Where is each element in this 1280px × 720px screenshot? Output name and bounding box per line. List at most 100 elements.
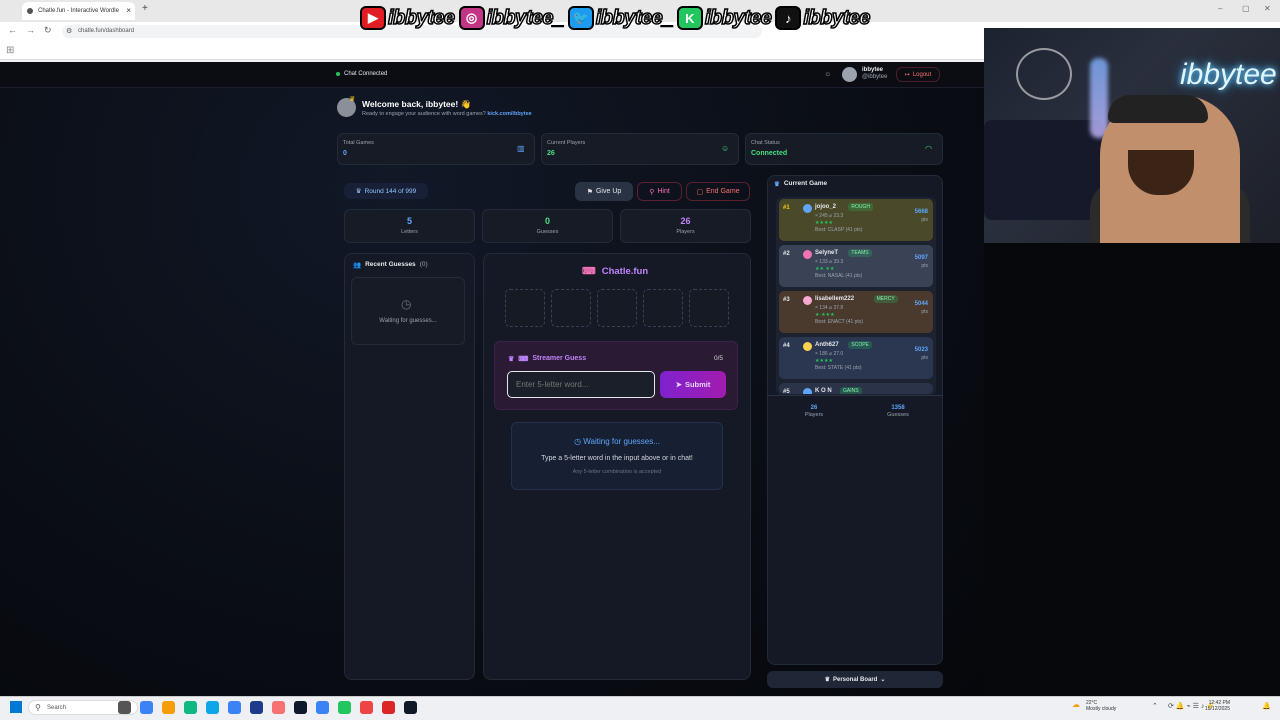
streamer-guess-progress: 0/5: [714, 355, 724, 362]
socials-overlay: ▶ ibbytee ◎ ibbytee_ 🐦 ibbytee_ Kibbytee ♪ ibbyt…: [360, 4, 871, 32]
stat-card: [337, 133, 535, 165]
crown-icon: ♛: [508, 356, 515, 363]
terminal-icon[interactable]: [404, 701, 417, 714]
round-label: Round 144 of 999: [364, 187, 417, 195]
end-game-label: End Game: [706, 188, 740, 195]
stat-card: [541, 133, 739, 165]
maximize-button[interactable]: ▢: [1242, 4, 1250, 13]
kick-icon: K: [676, 6, 703, 30]
counter-label: Guesses: [536, 229, 559, 235]
leaderboard-row[interactable]: #3 lisabellem222 MERCY × 134 ⌀ 37.8 ★·★★★ Bes…: [779, 291, 933, 333]
leaderboard-rank: #3: [783, 297, 790, 303]
player-best: Best: NASAL (41 pts): [815, 273, 863, 279]
trophy-icon: ♛: [774, 181, 780, 188]
footer-label: Players: [804, 412, 824, 418]
brave-icon[interactable]: [272, 701, 285, 714]
current-game-title: Current Game: [783, 180, 828, 187]
player-points: 5023: [914, 347, 928, 353]
recorder-icon[interactable]: [382, 701, 395, 714]
player-name: K O N: [815, 388, 832, 394]
browser-tab[interactable]: Chatle.fun - Interactive Wordle ×: [22, 2, 135, 20]
windows-start-icon[interactable]: [10, 701, 22, 713]
divider: [767, 395, 943, 396]
copilot-icon[interactable]: [162, 701, 175, 714]
clock-icon: ◷: [574, 437, 582, 446]
letter-tile: [643, 289, 683, 327]
user-handle: @ibbytee: [862, 74, 888, 80]
give-up-button[interactable]: ⚑ Give Up: [575, 182, 633, 201]
bulldog-logo-icon: [1016, 48, 1072, 100]
apps-grid-icon[interactable]: ⊞: [6, 45, 14, 56]
counter-card: [344, 209, 475, 243]
window-close-button[interactable]: ✕: [1264, 4, 1271, 13]
player-rating: ★★ ★★: [815, 266, 835, 272]
clock[interactable]: 12:42 PM 15/12/2025: [1204, 700, 1230, 712]
gamepad-icon: ⌨: [582, 266, 596, 277]
player-name: SelyneT: [815, 250, 839, 256]
tiktok-icon: ♪: [775, 6, 802, 30]
player-avatar: [803, 388, 812, 394]
browser-icon[interactable]: [316, 701, 329, 714]
weather-widget[interactable]: 22°C Mostly cloudy: [1086, 700, 1116, 712]
submit-button[interactable]: ➤ Submit: [660, 371, 726, 398]
pinned-app-icon[interactable]: [118, 701, 131, 714]
back-icon[interactable]: ←: [8, 25, 17, 35]
edge-icon[interactable]: [206, 701, 219, 714]
streamer-guess-input[interactable]: [507, 371, 655, 398]
weather-desc: Mostly cloudy: [1086, 706, 1117, 712]
leaderboard-row[interactable]: #2 SelyneT TEAMS × 133 ⌀ 39.3 ★★ ★★ Best: NAS…: [779, 245, 933, 287]
end-game-button[interactable]: ▢ End Game: [686, 182, 750, 201]
leaderboard-row[interactable]: #5 K O N GAINS: [779, 383, 933, 394]
leaderboard-rank: #4: [783, 343, 790, 349]
welcome-subtitle-text: Ready to engage your audience with word …: [362, 111, 486, 117]
tray-chevron-icon[interactable]: ⌃: [1152, 702, 1158, 710]
site-info-icon[interactable]: ⚙: [66, 27, 72, 35]
instagram-icon: ◎: [458, 6, 485, 30]
username: ibbytee: [862, 67, 884, 73]
spotify-icon[interactable]: [338, 701, 351, 714]
logout-icon: ↦: [904, 72, 910, 78]
player-name: lisabellem222: [815, 296, 855, 302]
social-handle: ibbytee_: [595, 6, 674, 30]
close-tab-icon[interactable]: ×: [126, 6, 131, 15]
social-item: 🐦 ibbytee_: [567, 6, 674, 30]
file-explorer-icon[interactable]: [184, 701, 197, 714]
new-tab-button[interactable]: +: [142, 3, 148, 14]
steam-icon[interactable]: [294, 701, 307, 714]
store-icon[interactable]: [228, 701, 241, 714]
crown-icon: ♛: [349, 96, 356, 103]
player-avatar: [803, 296, 812, 305]
player-name: Anth627: [815, 342, 839, 348]
task-view-icon[interactable]: [140, 701, 153, 714]
player-last-word: SCOPE: [848, 341, 872, 349]
welcome-title: Welcome back, ibbytee! 👋: [362, 99, 472, 109]
hint-button[interactable]: ⚲ Hint: [637, 182, 682, 201]
player-last-word: TEAMS: [848, 249, 872, 257]
player-avatar: [803, 204, 812, 213]
leaderboard-row[interactable]: #1 jojoo_2 ROUGH × 245 ⌀ 23.3 ★★★★ Best: CLAS…: [779, 199, 933, 241]
social-handle: ibbytee: [704, 6, 773, 30]
minimize-button[interactable]: –: [1218, 4, 1222, 13]
logout-button[interactable]: ↦ Logout: [896, 67, 940, 82]
channel-link[interactable]: kick.com/ibbytee: [487, 111, 531, 117]
search-icon: ⚲: [35, 703, 41, 712]
leaderboard-row[interactable]: #4 Anth627 SCOPE × 186 ⌀ 27.0 ★★★★ Best: STAT…: [779, 337, 933, 379]
reload-icon[interactable]: ↻: [44, 25, 52, 36]
social-item: ◎ ibbytee_: [458, 6, 565, 30]
chart-icon: ▥: [517, 144, 525, 153]
chrome-icon[interactable]: [360, 701, 373, 714]
webcam-person-cap: [1108, 95, 1208, 123]
letter-tile: [689, 289, 729, 327]
outlook-icon[interactable]: [250, 701, 263, 714]
waiting-title-text: Waiting for guesses...: [583, 437, 660, 446]
waiting-line1: Type a 5-letter word in the input above …: [541, 455, 693, 462]
forward-icon[interactable]: →: [26, 25, 35, 35]
player-avatar: [803, 342, 812, 351]
chat-status-label: Chat Connected: [344, 71, 388, 77]
taskbar-search-label: Search: [47, 705, 67, 711]
theme-toggle-icon[interactable]: ☼: [824, 69, 831, 78]
player-last-word: ROUGH: [848, 203, 874, 211]
personal-board-button[interactable]: ♛ Personal Board ⌄: [767, 671, 943, 688]
notifications-icon[interactable]: 🔔: [1262, 702, 1271, 710]
avatar[interactable]: [842, 67, 857, 82]
